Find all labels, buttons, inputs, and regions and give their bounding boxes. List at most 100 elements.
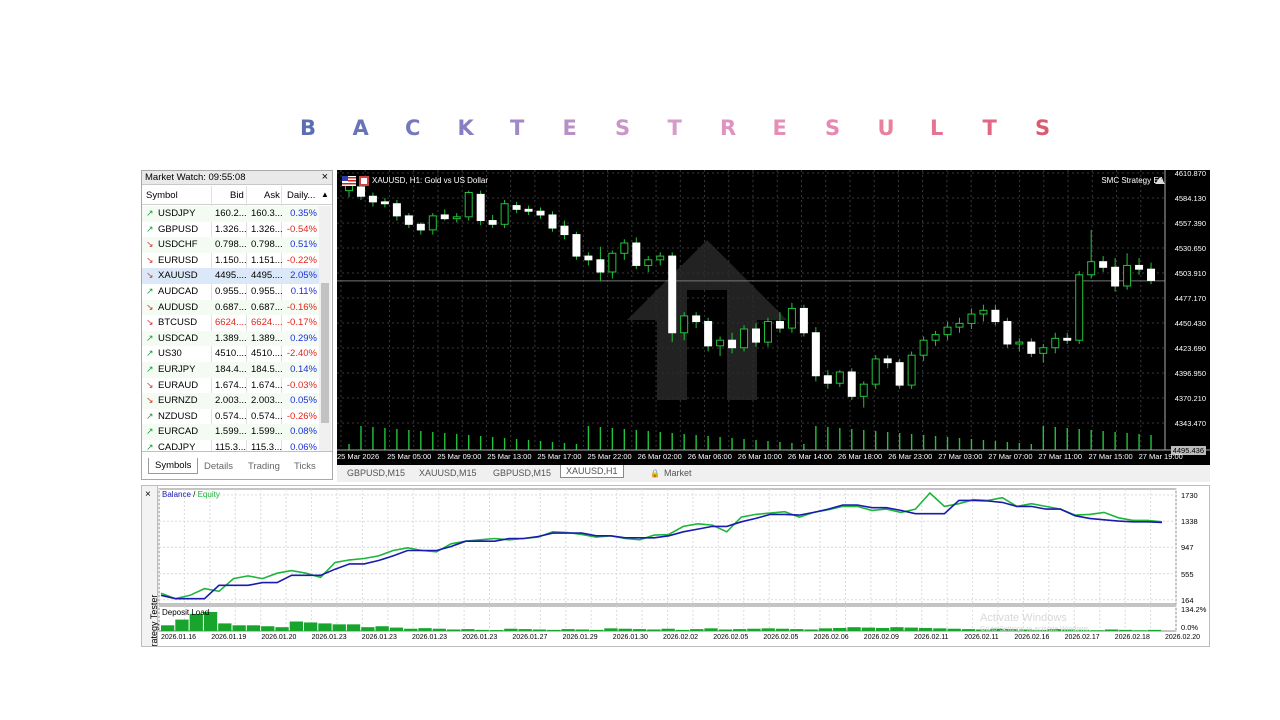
deposit-bar — [933, 628, 947, 631]
col-bid[interactable]: Bid — [230, 190, 244, 201]
symbol-row[interactable]: ↘ EURUSD 1.150... 1.151... -0.22% — [142, 253, 320, 269]
candle — [524, 205, 533, 215]
daily-change: -0.22% — [286, 254, 317, 266]
title-letter: B — [300, 116, 317, 140]
col-daily[interactable]: Daily... — [287, 190, 315, 201]
candle — [416, 222, 425, 235]
symbol-row[interactable]: ↘ EURNZD 2.003... 2.003... 0.05% — [142, 393, 320, 409]
candle — [1135, 257, 1144, 275]
candle — [620, 239, 629, 260]
daily-change: -0.03% — [286, 379, 317, 391]
col-ask[interactable]: Ask — [264, 190, 280, 201]
ask-price: 1.599... — [251, 426, 283, 438]
candle — [1087, 229, 1096, 279]
candle — [1063, 332, 1072, 344]
time-tick: 25 Mar 13:00 — [487, 452, 532, 461]
candle — [488, 214, 497, 229]
tab-trading[interactable]: Trading — [248, 461, 280, 472]
chart-tab[interactable]: GBPUSD,M15 — [347, 468, 405, 478]
candle — [1015, 338, 1024, 352]
symbol-row[interactable]: ↘ BTCUSD 6624.... 6624.... -0.17% — [142, 315, 320, 331]
title-letter: E — [562, 116, 577, 140]
time-tick: 26 Mar 14:00 — [787, 452, 833, 461]
symbol-name: EURNZD — [158, 395, 198, 407]
candle — [1099, 256, 1108, 272]
chart-tab[interactable]: GBPUSD,M15 — [493, 468, 551, 478]
scroll-up-icon[interactable]: ▲ — [321, 190, 329, 199]
market-watch-header: Market Watch: 09:55:08 × — [142, 171, 332, 185]
deposit-bar — [461, 629, 475, 631]
title-letter: S — [1035, 116, 1051, 140]
date-tick: 2026.01.23 — [311, 634, 347, 641]
symbol-row[interactable]: ↘ AUDUSD 0.687... 0.687... -0.16% — [142, 299, 320, 316]
chart-tab[interactable]: XAUUSD,H1 — [560, 465, 624, 478]
ask-price: 4510.... — [251, 348, 283, 360]
symbol-row[interactable]: ↘ EURAUD 1.674... 1.674... -0.03% — [142, 378, 320, 394]
ask-price: 0.955... — [251, 285, 283, 297]
col-symbol[interactable]: Symbol — [146, 190, 178, 201]
title-letter: R — [720, 116, 737, 140]
chart-tab[interactable]: 🔒 Market — [650, 468, 691, 478]
daily-change: 0.14% — [290, 363, 317, 375]
time-tick: 25 Mar 05:00 — [387, 452, 432, 461]
candle — [548, 211, 557, 232]
trend-up-icon: ↗ — [146, 348, 154, 359]
symbol-name: USDCHF — [158, 239, 198, 251]
symbol-row[interactable]: ↗ EURJPY 184.4... 184.5... 0.14% — [142, 361, 320, 378]
symbol-name: USDJPY — [158, 208, 196, 219]
candlestick-chart[interactable] — [337, 170, 1210, 465]
deposit-bar — [475, 629, 489, 631]
scrollbar[interactable]: ▲ — [319, 190, 331, 453]
symbol-row[interactable]: ↘ USDCHF 0.798... 0.798... 0.51% — [142, 237, 320, 253]
scrollbar-thumb[interactable] — [321, 283, 329, 423]
date-tick: 2026.02.05 — [763, 634, 799, 641]
price-tick: 4450.430 — [1174, 319, 1206, 328]
candle — [847, 368, 856, 401]
symbol-row[interactable]: ↗ NZDUSD 0.574... 0.574... -0.26% — [142, 409, 320, 425]
candle — [380, 198, 389, 208]
time-tick: 27 Mar 03:00 — [938, 452, 983, 461]
candle — [859, 381, 868, 408]
deposit-bar — [904, 627, 918, 631]
trend-up-icon: ↗ — [146, 410, 154, 421]
chart-tab-label: XAUUSD,M15 — [419, 468, 477, 478]
symbol-name: CADJPY — [158, 441, 196, 451]
tab-details[interactable]: Details — [204, 461, 233, 472]
trend-up-icon: ↗ — [146, 426, 154, 437]
date-tick: 2026.02.06 — [813, 634, 849, 641]
tab-ticks[interactable]: Ticks — [294, 461, 316, 472]
chart-tab[interactable]: XAUUSD,M15 — [419, 468, 477, 478]
bid-price: 160.2... — [215, 208, 247, 219]
deposit-bar — [790, 629, 804, 631]
time-tick: 25 Mar 09:00 — [437, 452, 482, 461]
candle — [704, 317, 713, 352]
symbol-row[interactable]: ↗ AUDCAD 0.955... 0.955... 0.11% — [142, 284, 320, 300]
price-chart[interactable]: XAUUSD, H1: Gold vs US Dollar SMC Strate… — [337, 170, 1210, 465]
symbol-row[interactable]: ↘ XAUUSD 4495.... 4495.... 2.05% — [142, 268, 320, 284]
deposit-bar — [604, 628, 618, 631]
chart-tabs: GBPUSD,M15 XAUUSD,M15 GBPUSD,M15 XAUUSD,H1 🔒… — [337, 465, 1210, 482]
candle — [404, 213, 413, 229]
price-tick: 4477.170 — [1174, 294, 1206, 303]
title-letter: S — [825, 116, 841, 140]
symbol-row[interactable]: ↗ US30 4510.... 4510.... -2.40% — [142, 346, 320, 362]
symbol-row[interactable]: ↗ EURCAD 1.599... 1.599... 0.08% — [142, 424, 320, 440]
legend-separator: / — [190, 490, 198, 499]
deposit-bar — [389, 627, 404, 631]
symbol-row[interactable]: ↗ GBPUSD 1.326... 1.326... -0.54% — [142, 222, 320, 238]
tab-symbols[interactable]: Symbols — [148, 458, 199, 474]
chart-tab-label: XAUUSD,H1 — [566, 466, 618, 476]
close-icon[interactable]: × — [322, 171, 328, 183]
deposit-bar — [747, 628, 761, 631]
ask-price: 1.389... — [251, 332, 283, 344]
symbol-row[interactable]: ↗ CADJPY 115.3... 115.3... 0.06% — [142, 440, 320, 451]
candle — [368, 192, 377, 207]
candle — [1123, 253, 1132, 290]
symbol-row[interactable]: ↗ USDJPY 160.2... 160.3... 0.35% — [142, 206, 320, 222]
time-tick: 26 Mar 02:00 — [637, 452, 682, 461]
deposit-bar — [618, 628, 632, 631]
deposit-bar — [704, 628, 718, 631]
symbol-row[interactable]: ↗ USDCAD 1.389... 1.389... 0.29% — [142, 330, 320, 347]
symbol-name: EURJPY — [158, 363, 196, 375]
candle — [596, 246, 605, 282]
